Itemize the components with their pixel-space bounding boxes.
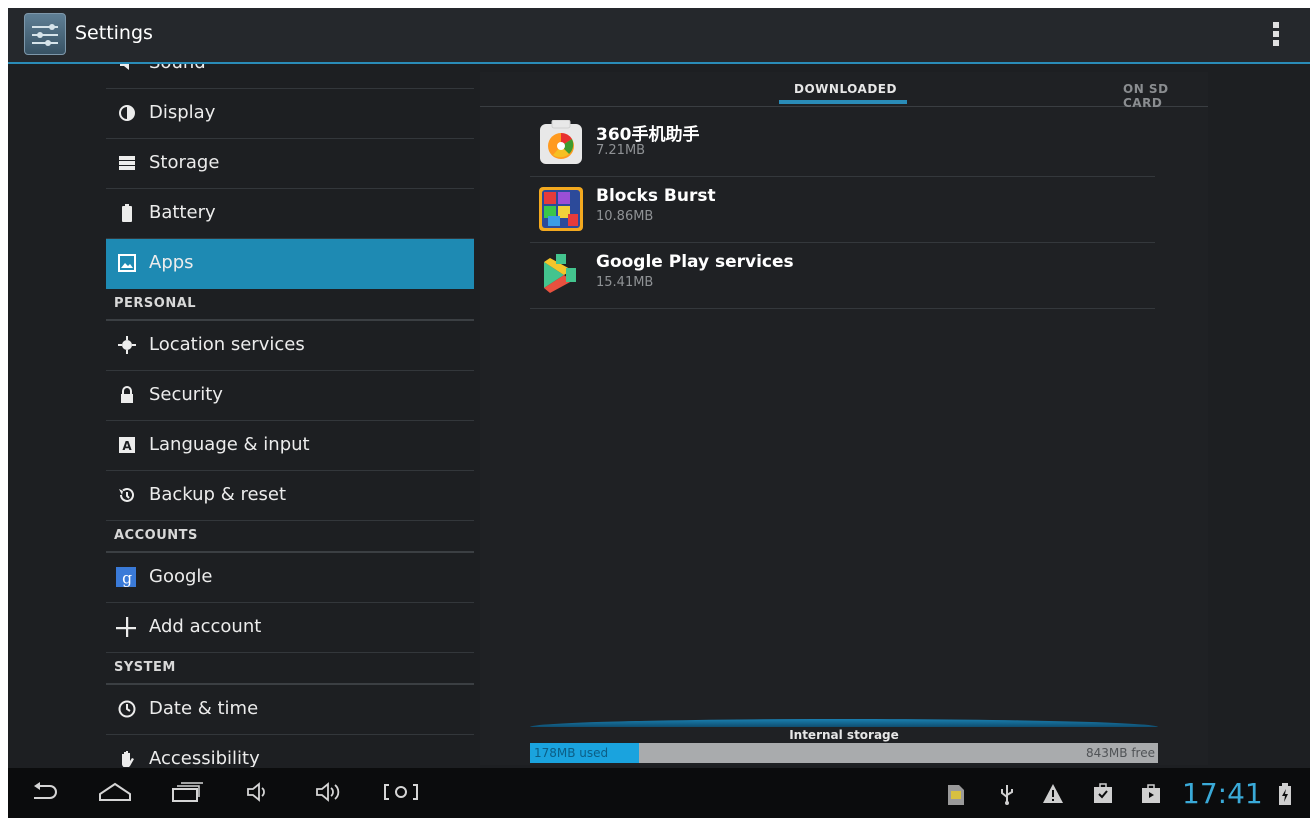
blocks-burst-icon <box>539 187 583 231</box>
page-title: Settings <box>75 22 153 44</box>
storage-used-text: 178MB used <box>534 746 609 760</box>
volume-down-icon[interactable] <box>246 780 270 804</box>
home-icon[interactable] <box>98 780 132 804</box>
sidebar-item-label: Location services <box>149 334 305 355</box>
location-icon <box>118 336 136 354</box>
sidebar-item-sound[interactable]: Sound <box>106 64 474 89</box>
recent-apps-icon[interactable] <box>171 780 203 804</box>
sidebar-item-storage[interactable]: Storage <box>106 139 474 189</box>
app-size: 7.21MB <box>596 143 646 158</box>
sidebar-item-label: Google <box>149 566 213 587</box>
sidebar-item-label: Date & time <box>149 698 259 719</box>
screenshot-icon[interactable] <box>383 780 419 804</box>
app-row-blocks-burst[interactable]: Blocks Burst 10.86MB <box>530 176 1155 243</box>
sidebar-item-label: Security <box>149 384 223 405</box>
app-row-play-services[interactable]: Google Play services 15.41MB <box>530 242 1155 309</box>
volume-up-icon[interactable] <box>315 780 343 804</box>
back-icon[interactable] <box>30 780 60 804</box>
sidebar-item-label: Add account <box>149 616 262 637</box>
status-clock: 17:41 <box>1182 777 1263 810</box>
storage-free-text: 843MB free <box>1086 746 1155 760</box>
battery-icon <box>122 204 132 222</box>
sidebar-item-label: Apps <box>149 252 194 273</box>
sidebar-item-google[interactable]: g Google <box>106 553 474 603</box>
store-icon <box>1142 784 1160 803</box>
sidebar-item-security[interactable]: Security <box>106 371 474 421</box>
tab-bar: DOWNLOADED ON SD CARD <box>480 72 1208 110</box>
tab-indicator <box>779 100 907 104</box>
section-header-accounts: ACCOUNTS <box>106 521 474 553</box>
app-name: Blocks Burst <box>596 186 716 206</box>
storage-label: Internal storage <box>789 728 899 742</box>
clock-icon <box>118 700 136 718</box>
sidebar-item-accessibility[interactable]: Accessibility <box>106 735 474 767</box>
storage-bar: 178MB used 843MB free <box>530 743 1158 763</box>
section-header-label: SYSTEM <box>114 660 176 675</box>
display-icon <box>119 105 135 121</box>
sidebar-item-add-account[interactable]: Add account <box>106 603 474 653</box>
app-name: Google Play services <box>596 252 794 272</box>
sidebar-item-date-time[interactable]: Date & time <box>106 685 474 735</box>
speaker-icon <box>120 64 129 70</box>
backup-icon <box>119 487 134 502</box>
warning-icon <box>1043 784 1063 803</box>
language-icon: A <box>119 437 135 453</box>
app-size: 10.86MB <box>596 209 654 224</box>
sidebar-item-apps[interactable]: Apps <box>106 239 474 289</box>
sidebar-item-label: Accessibility <box>149 748 260 767</box>
sidebar-item-label: Storage <box>149 152 220 173</box>
sd-card-icon <box>948 785 964 805</box>
system-bar: 17:41 <box>8 768 1310 818</box>
app-row-360[interactable]: 360手机助手 7.21MB <box>530 110 1155 177</box>
sidebar-item-label: Sound <box>149 64 206 73</box>
sidebar-item-label: Language & input <box>149 434 310 455</box>
svg-text:g: g <box>122 570 132 587</box>
storage-icon <box>119 156 135 170</box>
download-done-icon <box>1094 783 1112 803</box>
sidebar-item-display[interactable]: Display <box>106 89 474 139</box>
section-header-system: SYSTEM <box>106 653 474 685</box>
app-name: 360手机助手 <box>596 125 700 145</box>
plus-icon <box>116 617 136 637</box>
apps-panel: DOWNLOADED ON SD CARD 360手机助手 7.21MB Blo… <box>480 72 1208 765</box>
section-header-personal: PERSONAL <box>106 289 474 321</box>
lock-icon <box>121 386 133 403</box>
sidebar-item-backup[interactable]: Backup & reset <box>106 471 474 521</box>
storage-decoration <box>530 719 1158 727</box>
play-services-icon <box>544 254 576 293</box>
sidebar-item-label: Display <box>149 102 216 123</box>
android-screen: Settings Sound Display Storage Battery A… <box>8 8 1310 818</box>
sidebar-item-label: Battery <box>149 202 216 223</box>
sidebar-item-location[interactable]: Location services <box>106 321 474 371</box>
settings-icon[interactable] <box>24 13 66 55</box>
google-icon: g <box>116 567 136 587</box>
hand-icon <box>122 751 134 767</box>
section-header-label: ACCOUNTS <box>114 528 198 543</box>
settings-list: Sound Display Storage Battery Apps PERSO… <box>8 64 475 767</box>
sidebar-item-battery[interactable]: Battery <box>106 189 474 239</box>
usb-icon <box>1001 785 1013 805</box>
svg-text:A: A <box>122 439 132 453</box>
section-header-label: PERSONAL <box>114 296 197 311</box>
360-assistant-icon <box>540 120 582 164</box>
sidebar-item-label: Backup & reset <box>149 484 287 505</box>
battery-charging-icon <box>1279 783 1291 805</box>
app-size: 15.41MB <box>596 275 654 290</box>
tab-on-sd-card[interactable]: ON SD CARD <box>1123 82 1208 110</box>
action-bar: Settings <box>8 8 1310 62</box>
apps-icon <box>118 254 136 272</box>
tab-downloaded[interactable]: DOWNLOADED <box>794 82 897 96</box>
sidebar-item-language[interactable]: A Language & input <box>106 421 474 471</box>
overflow-menu-icon[interactable] <box>1272 22 1280 48</box>
